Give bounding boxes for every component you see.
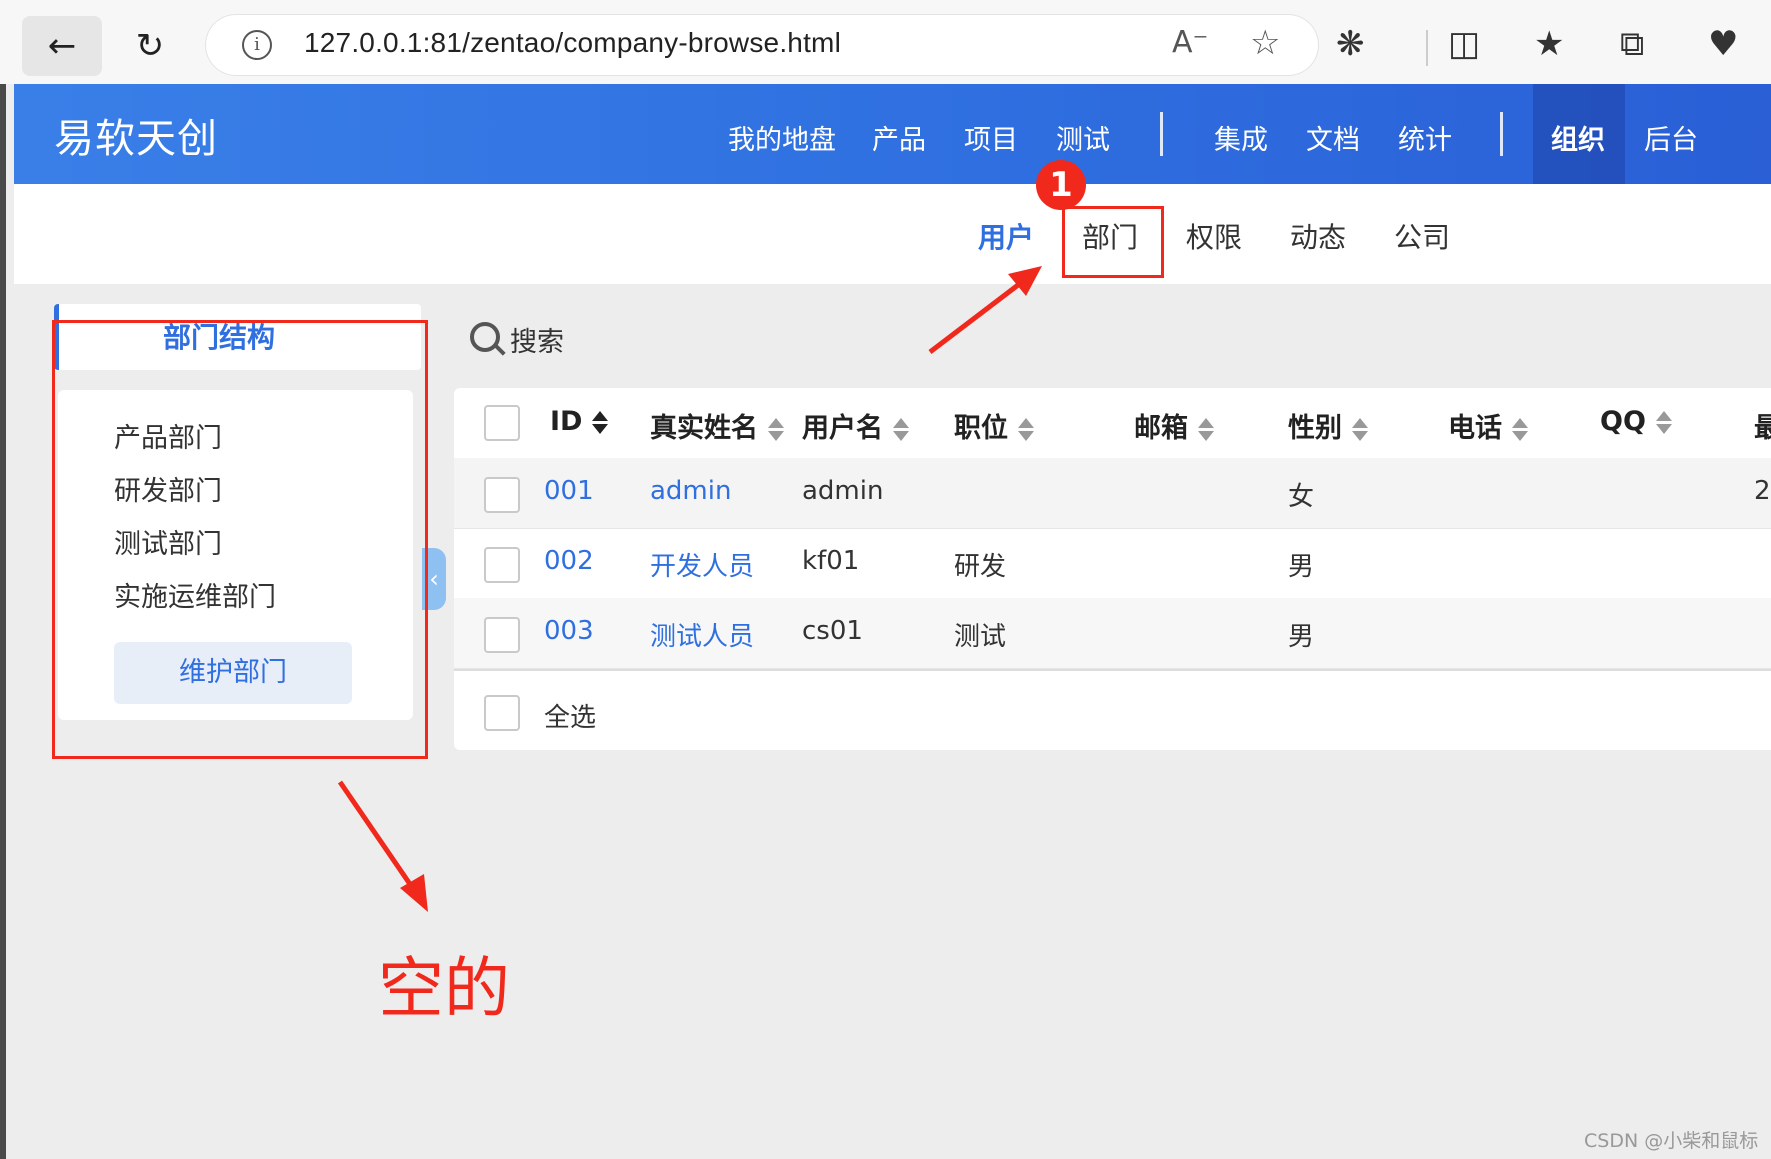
watermark: CSDN @小柴和鼠标 (1584, 1130, 1759, 1152)
annotation-arrow-down (337, 780, 417, 892)
annotation-arrows (337, 266, 1042, 912)
annotation-empty-note: 空的 (378, 950, 510, 1027)
annotation-arrow-to-tab (928, 280, 1024, 354)
